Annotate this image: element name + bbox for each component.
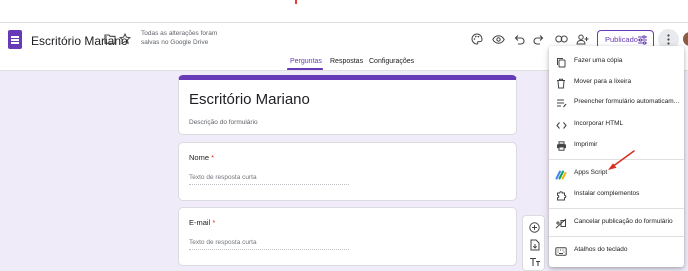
required-asterisk: * [211, 153, 215, 162]
preview-eye-icon[interactable] [491, 32, 505, 46]
red-mark [295, 0, 297, 4]
apps-script-icon [555, 168, 567, 180]
keyboard-icon [555, 245, 567, 257]
short-answer-placeholder: Texto de resposta curta [189, 239, 349, 250]
menu-item-trash[interactable]: Mover para a lixeira [549, 74, 684, 92]
link-icon[interactable] [554, 32, 568, 46]
tab-respostas[interactable]: Respostas [330, 58, 363, 65]
avatar[interactable] [683, 32, 688, 46]
menu-item-autofill[interactable]: Preencher formulário automaticam... [549, 94, 684, 112]
form-title[interactable]: Escritório Mariano [189, 91, 310, 108]
menu-item-label: Mover para a lixeira [574, 78, 632, 85]
menu-item-label: Imprimir [574, 141, 598, 148]
menu-item-label: Cancelar publicação do formulário [574, 218, 673, 225]
add-collaborator-icon[interactable] [575, 32, 589, 46]
menu-item-label: Incorporar HTML [574, 120, 624, 127]
puzzle-icon [555, 189, 567, 201]
add-question-icon[interactable] [528, 221, 541, 234]
publish-label: Publicado [605, 35, 638, 44]
menu-divider [549, 236, 684, 237]
import-questions-icon[interactable] [528, 238, 541, 251]
menu-divider [549, 208, 684, 209]
sliders-icon [638, 35, 647, 45]
menu-item-copy[interactable]: Fazer uma cópia [549, 53, 684, 71]
active-tab-indicator [287, 68, 323, 70]
print-icon [555, 140, 567, 152]
required-asterisk: * [212, 218, 216, 227]
menu-item-install-addons[interactable]: Instalar complementos [549, 186, 684, 204]
floating-toolbar [522, 215, 545, 271]
undo-icon[interactable] [512, 32, 526, 46]
question-card[interactable]: E-mail * Texto de resposta curta [178, 207, 517, 266]
add-title-icon[interactable] [528, 255, 541, 268]
menu-item-keyboard-shortcuts[interactable]: Atalhos do teclado [549, 242, 684, 260]
trash-icon [555, 77, 567, 89]
form-title-card[interactable]: Escritório Mariano Descrição do formulár… [178, 75, 517, 135]
tab-perguntas[interactable]: Perguntas [290, 58, 322, 65]
autofill-icon [555, 97, 567, 109]
annotation-arrow-icon [608, 150, 635, 170]
unpublish-icon [555, 217, 567, 229]
short-answer-placeholder: Texto de resposta curta [189, 174, 349, 185]
question-title[interactable]: Nome * [189, 153, 214, 162]
palette-icon[interactable] [470, 32, 484, 46]
copy-icon [555, 56, 567, 68]
form-description-field[interactable]: Descrição do formulário [189, 119, 258, 126]
menu-item-label: Preencher formulário automaticam... [574, 98, 680, 105]
star-icon[interactable] [118, 32, 132, 46]
tab-configuracoes[interactable]: Configurações [369, 58, 414, 65]
redo-icon[interactable] [532, 32, 546, 46]
forms-logo-icon[interactable] [8, 30, 22, 49]
top-strip [0, 0, 688, 22]
question-title[interactable]: E-mail * [189, 218, 215, 227]
menu-item-label: Instalar complementos [574, 190, 640, 197]
save-status: Todas as alterações foram salvas no Goog… [141, 30, 218, 46]
menu-item-unpublish[interactable]: Cancelar publicação do formulário [549, 214, 684, 232]
more-vert-icon [667, 34, 670, 45]
folder-icon[interactable] [103, 32, 117, 46]
menu-item-embed-html[interactable]: Incorporar HTML [549, 116, 684, 134]
menu-item-label: Atalhos do teclado [574, 246, 628, 253]
menu-item-label: Fazer uma cópia [574, 57, 623, 64]
code-icon [555, 119, 567, 131]
question-card[interactable]: Nome * Texto de resposta curta [178, 142, 517, 201]
